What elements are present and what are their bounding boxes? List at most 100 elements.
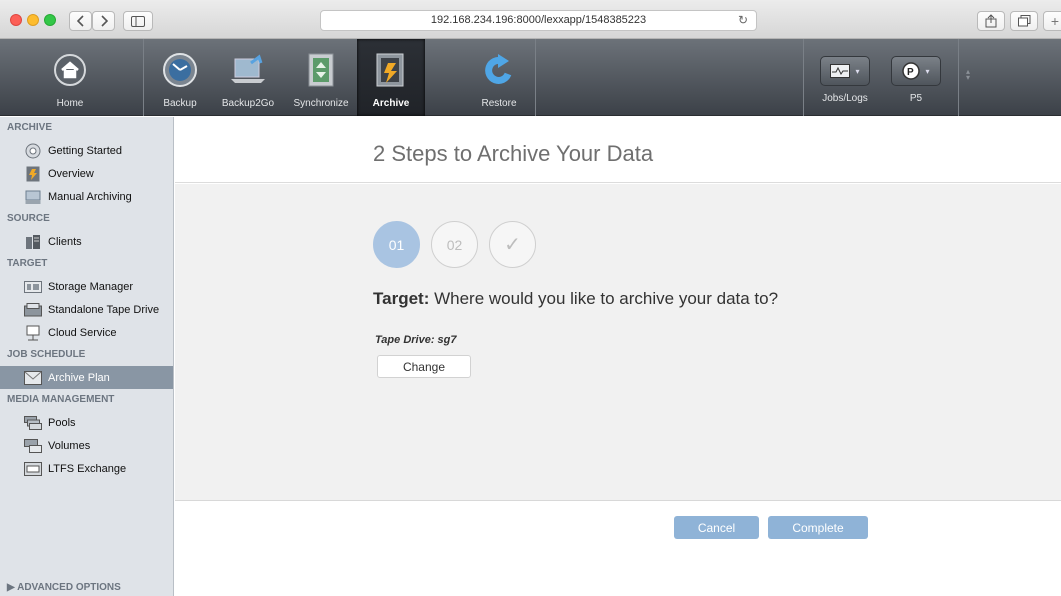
synchronize-icon — [301, 50, 341, 90]
p5-logo-icon: P — [902, 62, 921, 80]
share-icon — [985, 14, 997, 28]
archive-plan-icon — [24, 370, 42, 386]
complete-button[interactable]: Complete — [768, 516, 868, 539]
toolbar-backup[interactable]: Backup — [155, 39, 205, 116]
sidebar-item-archive-plan[interactable]: Archive Plan — [0, 366, 173, 389]
sidebar-item-storage-manager[interactable]: Storage Manager — [0, 275, 173, 298]
monitor-icon — [830, 64, 851, 78]
toolbar-divider — [143, 39, 144, 116]
svg-text:P: P — [907, 67, 914, 78]
step-indicator-done: ✓ — [489, 221, 536, 268]
sidebar-item-label: Storage Manager — [48, 280, 133, 293]
toolbar-synchronize[interactable]: Synchronize — [289, 39, 353, 116]
cloud-service-icon — [24, 325, 42, 341]
sidebar-section-job-schedule: JOB SCHEDULE — [7, 349, 86, 360]
jobs-logs-dropdown[interactable]: ▾ — [820, 56, 870, 86]
archive-vault-icon — [24, 166, 42, 182]
sidebar-section-source: SOURCE — [7, 213, 50, 224]
share-button[interactable] — [977, 11, 1005, 31]
sidebar-item-label: Pools — [48, 416, 76, 429]
sidebar-item-clients[interactable]: Clients — [0, 230, 173, 253]
toolbar-restore-label: Restore — [481, 98, 517, 109]
tape-drive-icon — [24, 302, 42, 318]
chevron-left-icon — [76, 15, 84, 27]
sidebar-item-label: LTFS Exchange — [48, 462, 127, 475]
step-indicator-1: 01 — [373, 221, 420, 268]
back-button[interactable] — [69, 11, 92, 31]
app-toolbar: Home Backup Backup2Go Synchronize Archiv… — [0, 39, 1061, 116]
sidebar-section-media-management: MEDIA MANAGEMENT — [7, 394, 115, 405]
toolbar-jobs-logs[interactable]: ▾ Jobs/Logs — [815, 39, 875, 116]
close-window-button[interactable] — [10, 14, 22, 26]
p5-dropdown[interactable]: P ▾ — [891, 56, 941, 86]
sidebar-toggle-button[interactable] — [123, 11, 153, 31]
ltfs-icon — [24, 461, 42, 477]
tabs-icon — [1017, 15, 1030, 27]
toolbar-backup2go[interactable]: Backup2Go — [219, 39, 277, 116]
sidebar-item-ltfs-exchange[interactable]: LTFS Exchange — [0, 457, 173, 480]
chevron-down-icon: ▾ — [855, 66, 860, 76]
sidebar-item-label: Cloud Service — [48, 326, 117, 339]
sidebar-item-label: Manual Archiving — [48, 190, 132, 203]
url-text: 192.168.234.196:8000/lexxapp/1548385223 — [430, 14, 647, 26]
toolbar-resize-handle[interactable]: ▴ ▾ — [966, 68, 970, 82]
forward-button[interactable] — [92, 11, 115, 31]
pools-icon — [24, 415, 42, 431]
toolbar-restore[interactable]: Restore — [474, 39, 524, 116]
change-button[interactable]: Change — [377, 355, 471, 378]
sidebar-item-pools[interactable]: Pools — [0, 411, 173, 434]
toolbar-p5-label: P5 — [909, 93, 923, 104]
toolbar-divider — [958, 39, 959, 116]
plus-icon: + — [1050, 13, 1060, 29]
sidebar-icon — [131, 15, 145, 27]
backup-clock-icon — [160, 50, 200, 90]
sidebar-item-standalone-tape-drive[interactable]: Standalone Tape Drive — [0, 298, 173, 321]
sidebar-item-label: Standalone Tape Drive — [48, 303, 160, 316]
main-panel: 2 Steps to Archive Your Data 01 02 ✓ Tar… — [175, 117, 1061, 596]
tape-drive-value: Tape Drive: sg7 — [375, 334, 457, 346]
sidebar-item-label: Archive Plan — [48, 371, 110, 384]
sidebar-item-getting-started[interactable]: Getting Started — [0, 139, 173, 162]
tabs-button[interactable] — [1010, 11, 1038, 31]
restore-arrow-icon — [479, 50, 519, 90]
main-header: 2 Steps to Archive Your Data — [175, 117, 1061, 183]
home-icon — [50, 50, 90, 90]
laptop-icon — [228, 50, 268, 90]
toolbar-divider — [803, 39, 804, 116]
sidebar-item-label: Clients — [48, 235, 82, 248]
minimize-window-button[interactable] — [27, 14, 39, 26]
toolbar-backup-label: Backup — [163, 98, 197, 109]
toolbar-divider — [535, 39, 536, 116]
triangle-right-icon: ▶ — [7, 582, 18, 593]
sidebar-item-label: Volumes — [48, 439, 91, 452]
sidebar-item-cloud-service[interactable]: Cloud Service — [0, 321, 173, 344]
toolbar-p5[interactable]: P ▾ P5 — [886, 39, 946, 116]
reload-icon[interactable]: ↻ — [738, 11, 748, 30]
sidebar-item-label: Overview — [48, 167, 94, 180]
address-bar[interactable]: 192.168.234.196:8000/lexxapp/1548385223 … — [320, 10, 757, 31]
archive-vault-icon — [371, 50, 411, 90]
disk-drive-icon — [24, 189, 42, 205]
cancel-button[interactable]: Cancel — [674, 516, 759, 539]
zoom-window-button[interactable] — [44, 14, 56, 26]
toolbar-backup2go-label: Backup2Go — [221, 98, 275, 109]
advanced-options-label: ADVANCED OPTIONS — [17, 582, 121, 593]
toolbar-synchronize-label: Synchronize — [293, 98, 349, 109]
storage-manager-icon — [24, 279, 42, 295]
sidebar-item-volumes[interactable]: Volumes — [0, 434, 173, 457]
step-indicator-2: 02 — [431, 221, 478, 268]
target-question-label: Target: — [373, 289, 430, 308]
target-question-text: Where would you like to archive your dat… — [434, 289, 779, 308]
sidebar-item-overview[interactable]: Overview — [0, 162, 173, 185]
new-tab-button[interactable]: + — [1043, 11, 1061, 31]
advanced-options-toggle[interactable]: ▶ ADVANCED OPTIONS — [7, 582, 121, 593]
chevron-right-icon — [100, 15, 108, 27]
wizard-body: 01 02 ✓ Target: Where would you like to … — [175, 184, 1061, 501]
sidebar-item-manual-archiving[interactable]: Manual Archiving — [0, 185, 173, 208]
server-icon — [24, 234, 42, 250]
sidebar: ARCHIVE Getting Started Overview Manual … — [0, 117, 174, 596]
page-title: 2 Steps to Archive Your Data — [373, 141, 654, 166]
toolbar-home[interactable]: Home — [44, 39, 96, 116]
toolbar-archive[interactable]: Archive — [357, 39, 425, 116]
toolbar-archive-label: Archive — [372, 98, 410, 109]
